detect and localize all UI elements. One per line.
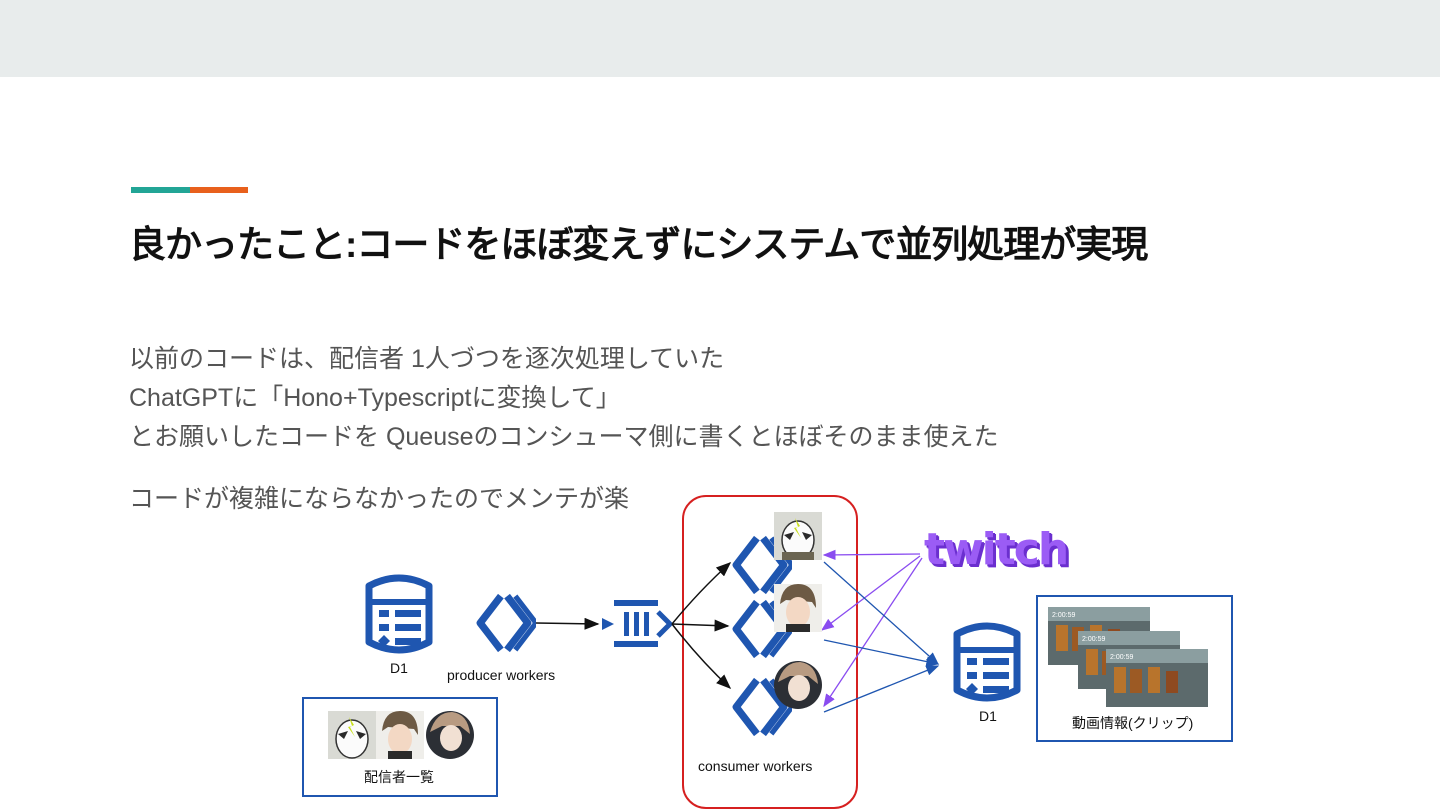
- clip-thumbnails: 2:00:59 2:00:59 2:00:59: [1048, 607, 1208, 707]
- arrow-twitch-to-consumer-2: [820, 555, 921, 631]
- queues-icon: [602, 600, 674, 647]
- clips-box: 2:00:59 2:00:59 2:00:59 動画情報(クリップ): [1036, 595, 1233, 742]
- d1-right-label: D1: [979, 708, 997, 724]
- avatar-masked-wrestler: [774, 512, 822, 560]
- arrow-queue-to-consumer-3: [671, 623, 732, 690]
- d1-left-label: D1: [390, 660, 408, 676]
- arrow-twitch-to-consumer-1: [822, 549, 921, 561]
- arrow-consumer-2-to-d1: [823, 639, 940, 667]
- streamers-list-box: 配信者一覧: [302, 697, 498, 797]
- producer-workers-label: producer workers: [447, 667, 556, 683]
- arrow-consumer-1-to-d1: [823, 561, 939, 665]
- streamers-list-label: 配信者一覧: [364, 769, 434, 785]
- streamers-avatars: [328, 711, 474, 759]
- consumer-workers-label: consumer workers: [698, 758, 813, 774]
- producer-worker-icon: [480, 596, 536, 650]
- arrow-consumer-3-to-d1: [823, 665, 940, 713]
- clip-timestamp-1: 2:00:59: [1052, 612, 1075, 619]
- avatar-man: [376, 711, 424, 759]
- clip-timestamp-3: 2:00:59: [1110, 654, 1133, 661]
- clip-timestamp-2: 2:00:59: [1082, 636, 1105, 643]
- avatar-man: [774, 584, 822, 632]
- arrow-queue-to-consumer-2: [671, 619, 730, 632]
- clips-label: 動画情報(クリップ): [1072, 715, 1194, 731]
- arrow-twitch-to-consumer-3: [823, 557, 923, 708]
- twitch-logo: twitch: [924, 524, 1069, 575]
- d1-database-icon-left: [369, 578, 429, 650]
- avatar-anime: [774, 661, 822, 709]
- d1-database-icon-right: [957, 626, 1017, 698]
- arrow-queue-to-consumer-1: [671, 561, 732, 625]
- avatar-anime: [426, 711, 474, 759]
- arrow-producer-to-queue: [535, 617, 600, 630]
- avatar-masked-wrestler: [328, 711, 376, 759]
